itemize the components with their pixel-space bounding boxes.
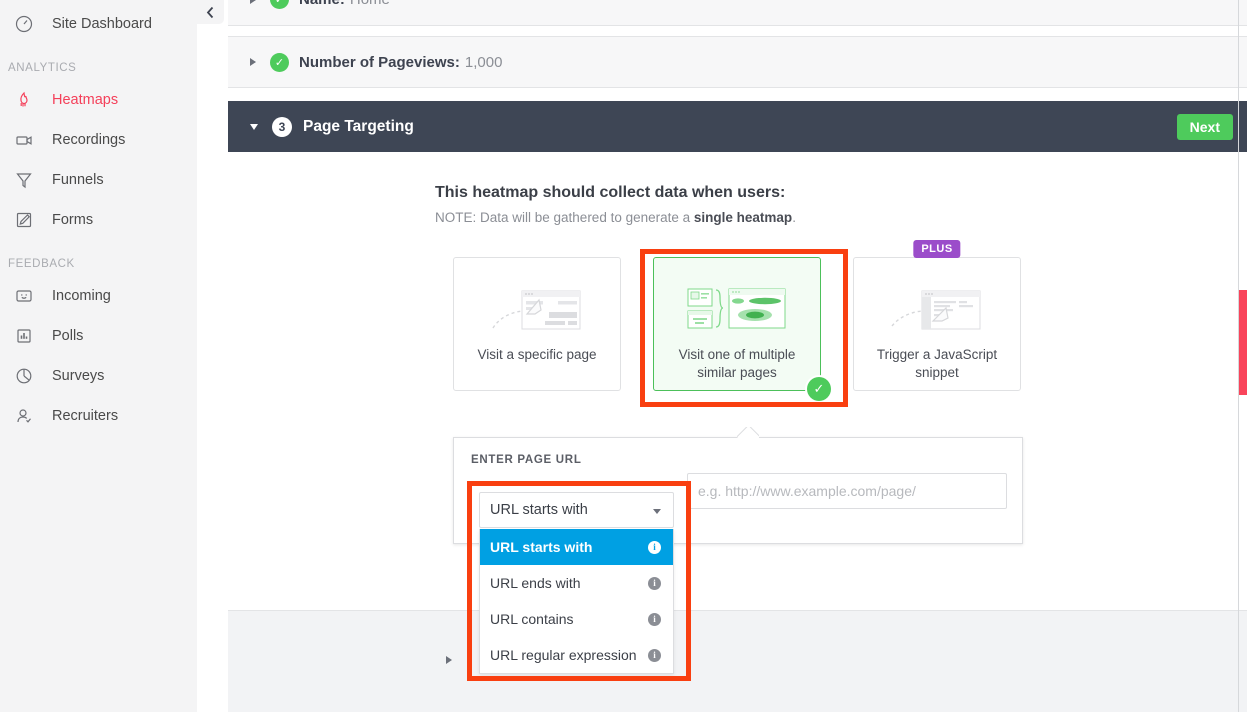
dropdown-option-label: URL regular expression <box>490 647 637 663</box>
flame-icon <box>14 90 44 110</box>
multiple-pages-illustration <box>685 284 789 334</box>
step-number-badge: 3 <box>272 116 292 137</box>
person-check-icon <box>14 406 44 426</box>
info-icon[interactable]: i <box>648 612 661 626</box>
note-suffix: . <box>792 210 796 225</box>
step-row-pageviews[interactable]: ✓ Number of Pageviews: 1,000 <box>228 36 1247 88</box>
sidebar-item-label: Forms <box>52 212 94 228</box>
dropdown-option-url-ends-with[interactable]: URL ends with i <box>480 565 673 601</box>
sidebar-section-analytics: ANALYTICS <box>8 62 77 74</box>
page-targeting-header[interactable]: 3 Page Targeting Next <box>228 101 1247 152</box>
option-card-visit-specific-page[interactable]: Visit a specific page <box>453 257 621 391</box>
smiley-box-icon <box>14 286 44 306</box>
dropdown-option-label: URL contains <box>490 611 574 627</box>
sidebar-item-recruiters[interactable]: Recruiters <box>0 396 197 436</box>
note-prefix: NOTE: Data will be gathered to generate … <box>435 210 694 225</box>
sidebar-item-label: Funnels <box>52 172 104 188</box>
note-bold: single heatmap <box>693 210 793 225</box>
step-row-name-label: Name: <box>299 0 345 8</box>
sidebar-item-recordings[interactable]: Recordings <box>0 120 197 160</box>
pencil-form-icon <box>14 210 44 230</box>
sidebar-collapse-button[interactable] <box>197 0 224 24</box>
chevron-down-icon <box>653 509 661 514</box>
sidebar-item-surveys[interactable]: Surveys <box>0 356 197 396</box>
option-card-visit-multiple-pages[interactable]: Visit one of multiple similar pages ✓ <box>653 257 831 401</box>
option-card-label: Trigger a JavaScript snippet <box>876 347 998 380</box>
sidebar-item-label: Recordings <box>52 132 126 148</box>
step-row-name-value: Home <box>350 0 390 8</box>
dropdown-option-label: URL starts with <box>490 539 593 555</box>
sidebar-item-funnels[interactable]: Funnels <box>0 160 197 200</box>
info-icon[interactable]: i <box>648 540 661 554</box>
sidebar-item-label: Recruiters <box>52 408 119 424</box>
info-icon[interactable]: i <box>648 576 661 590</box>
panel-pointer-arrow <box>737 427 759 438</box>
dropdown-option-url-contains[interactable]: URL contains i <box>480 601 673 637</box>
page-url-input[interactable] <box>687 473 1007 509</box>
video-camera-icon <box>14 130 44 150</box>
option-card-label: Visit one of multiple similar pages <box>678 347 796 380</box>
next-button[interactable]: Next <box>1176 114 1233 140</box>
sidebar-item-polls[interactable]: Polls <box>0 316 197 356</box>
url-match-type-select[interactable]: URL starts with <box>479 492 674 528</box>
step-row-pageviews-label: Number of Pageviews: <box>299 53 460 71</box>
caret-right-icon <box>250 0 256 4</box>
scrollbar-thumb[interactable] <box>1239 290 1247 395</box>
info-icon[interactable]: i <box>648 648 661 662</box>
page-targeting-body: This heatmap should collect data when us… <box>228 152 1247 610</box>
status-check-icon: ✓ <box>270 52 289 72</box>
sidebar-item-label: Heatmaps <box>52 92 119 108</box>
sidebar-item-site-dashboard[interactable]: Site Dashboard <box>0 4 197 44</box>
url-match-type-options-list[interactable]: URL starts with i URL ends with i URL co… <box>479 529 674 674</box>
url-match-type-value: URL starts with <box>490 502 588 518</box>
sidebar-item-heatmaps[interactable]: Heatmaps <box>0 80 197 120</box>
funnel-icon <box>14 170 44 190</box>
page-title: Page Targeting <box>303 117 414 135</box>
sidebar-item-label: Site Dashboard <box>52 16 152 32</box>
pie-chart-icon <box>14 366 44 386</box>
sidebar-item-label: Surveys <box>52 368 105 384</box>
specific-page-illustration <box>489 284 585 334</box>
sidebar-item-label: Incoming <box>52 288 111 304</box>
app-root: Site Dashboard ANALYTICS Heatmaps Record… <box>0 0 1247 712</box>
option-card-label: Visit a specific page <box>477 347 597 362</box>
sidebar: Site Dashboard ANALYTICS Heatmaps Record… <box>0 0 197 712</box>
sidebar-item-incoming[interactable]: Incoming <box>0 276 197 316</box>
chevron-left-icon <box>206 6 214 18</box>
step-row-name[interactable]: ✓ Name: Home <box>228 0 1247 26</box>
dropdown-option-label: URL ends with <box>490 575 581 591</box>
javascript-snippet-illustration <box>889 284 985 334</box>
collect-data-note: NOTE: Data will be gathered to generate … <box>435 210 796 225</box>
bottom-collapsed-section <box>228 610 1247 712</box>
gauge-icon <box>14 14 44 34</box>
enter-page-url-label: ENTER PAGE URL <box>471 454 582 466</box>
bottom-collapsed-row[interactable] <box>446 656 466 664</box>
dropdown-option-url-regular-expression[interactable]: URL regular expression i <box>480 637 673 673</box>
option-selected-check-icon: ✓ <box>807 377 831 401</box>
sidebar-item-label: Polls <box>52 328 84 344</box>
step-row-pageviews-value: 1,000 <box>464 53 503 71</box>
caret-right-icon <box>446 656 452 664</box>
caret-down-icon <box>250 123 258 130</box>
sidebar-item-forms[interactable]: Forms <box>0 200 197 240</box>
option-card-trigger-javascript[interactable]: PLUS Trigger a JavaScript snippet <box>853 240 1021 391</box>
sidebar-section-feedback: FEEDBACK <box>8 258 75 270</box>
dropdown-option-url-starts-with[interactable]: URL starts with i <box>480 529 673 565</box>
collect-data-heading: This heatmap should collect data when us… <box>435 184 786 201</box>
status-check-icon: ✓ <box>270 0 289 9</box>
bar-chart-icon <box>14 326 44 346</box>
plus-badge: PLUS <box>913 240 961 258</box>
caret-right-icon <box>250 58 256 66</box>
